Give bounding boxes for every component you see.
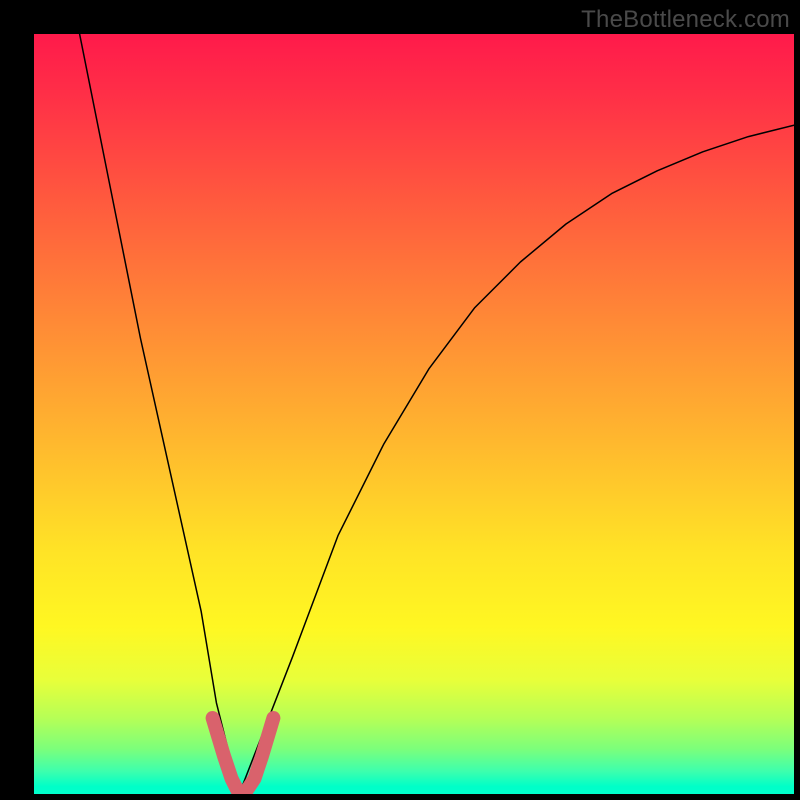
watermark-text: TheBottleneck.com — [581, 6, 790, 34]
plot-area — [34, 34, 794, 794]
bottleneck-curve — [80, 34, 794, 794]
curve-layer — [34, 34, 794, 794]
chart-frame: TheBottleneck.com — [0, 0, 800, 800]
